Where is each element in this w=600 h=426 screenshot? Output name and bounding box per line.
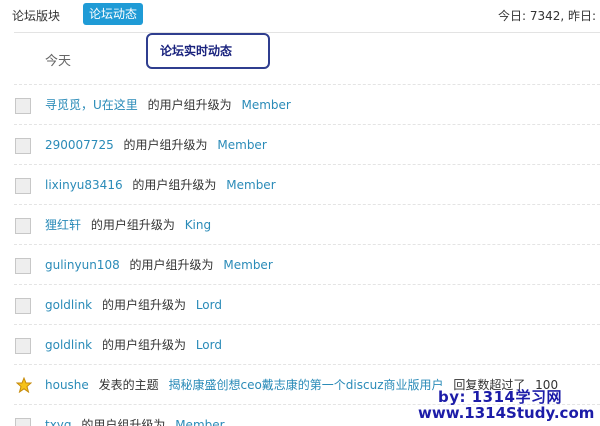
feed-row: goldlink 的用户组升级为 Lord [0, 284, 600, 324]
action-text: 的用户组升级为 [101, 298, 186, 312]
user-link[interactable]: txyq [45, 418, 72, 426]
user-link[interactable]: 狸红轩 [45, 218, 81, 232]
feed-row: 寻觅觅，U在这里 的用户组升级为 Member [0, 84, 600, 124]
feed-text: txyq 的用户组升级为 Member [45, 416, 225, 426]
feed-row: 狸红轩 的用户组升级为 King [0, 204, 600, 244]
feed-row: gulinyun108 的用户组升级为 Member [0, 244, 600, 284]
avatar-icon[interactable] [15, 98, 31, 114]
row-divider [14, 364, 600, 365]
group-link[interactable]: Member [241, 98, 290, 112]
row-divider [14, 124, 600, 125]
feed-text: 290007725 的用户组升级为 Member [45, 136, 267, 153]
action-text: 的用户组升级为 [90, 218, 175, 232]
feed-text: 寻觅觅，U在这里 的用户组升级为 Member [45, 96, 291, 113]
avatar-icon[interactable] [15, 138, 31, 154]
avatar-icon[interactable] [15, 258, 31, 274]
feed-text: goldlink 的用户组升级为 Lord [45, 336, 222, 353]
feed-text: gulinyun108 的用户组升级为 Member [45, 256, 273, 273]
avatar-icon[interactable] [15, 418, 31, 426]
row-divider [14, 284, 600, 285]
row-divider [14, 244, 600, 245]
row-divider [14, 164, 600, 165]
group-link[interactable]: Member [175, 418, 224, 426]
avatar-icon[interactable] [15, 298, 31, 314]
topic-link[interactable]: 揭秘康盛创想ceo戴志康的第一个discuz商业版用户 [168, 378, 443, 392]
feed-text: 狸红轩 的用户组升级为 King [45, 216, 211, 233]
group-link[interactable]: King [185, 218, 211, 232]
action-text: 的用户组升级为 [101, 338, 186, 352]
callout-tooltip: 论坛实时动态 [146, 33, 270, 69]
action-text: 的用户组升级为 [81, 418, 166, 426]
user-link[interactable]: goldlink [45, 338, 92, 352]
star-icon [16, 377, 32, 393]
row-divider [14, 324, 600, 325]
watermark-line-2: www.1314Study.com [418, 404, 595, 422]
group-link[interactable]: Member [226, 178, 275, 192]
user-link[interactable]: goldlink [45, 298, 92, 312]
top-divider [14, 32, 600, 33]
user-link[interactable]: houshe [45, 378, 89, 392]
user-link[interactable]: 290007725 [45, 138, 114, 152]
tab-forum-activity[interactable]: 论坛动态 [83, 3, 144, 25]
feed-row: lixinyu83416 的用户组升级为 Member [0, 164, 600, 204]
avatar-icon[interactable] [15, 178, 31, 194]
user-link[interactable]: lixinyu83416 [45, 178, 123, 192]
action-text: 的用户组升级为 [123, 138, 208, 152]
row-divider [14, 204, 600, 205]
feed-text: lixinyu83416 的用户组升级为 Member [45, 176, 276, 193]
action-text: 的用户组升级为 [129, 258, 214, 272]
user-link[interactable]: gulinyun108 [45, 258, 120, 272]
group-link[interactable]: Member [223, 258, 272, 272]
day-header: 今天 [45, 54, 72, 69]
stats-text: 今日: 7342, 昨日: [498, 9, 597, 23]
action-text: 发表的主题 [98, 378, 159, 392]
avatar-icon[interactable] [15, 338, 31, 354]
top-bar: 论坛版块 论坛动态 今日: 7342, 昨日: [0, 0, 600, 32]
group-link[interactable]: Lord [196, 298, 222, 312]
feed-row: goldlink 的用户组升级为 Lord [0, 324, 600, 364]
tab-forum-sections[interactable]: 论坛版块 [12, 7, 60, 24]
action-text: 的用户组升级为 [132, 178, 217, 192]
action-text: 的用户组升级为 [147, 98, 232, 112]
group-link[interactable]: Member [217, 138, 266, 152]
row-divider [14, 84, 600, 85]
group-link[interactable]: Lord [196, 338, 222, 352]
avatar-icon[interactable] [15, 218, 31, 234]
feed-text: goldlink 的用户组升级为 Lord [45, 296, 222, 313]
feed-row: 290007725 的用户组升级为 Member [0, 124, 600, 164]
user-link[interactable]: 寻觅觅，U在这里 [45, 98, 138, 112]
